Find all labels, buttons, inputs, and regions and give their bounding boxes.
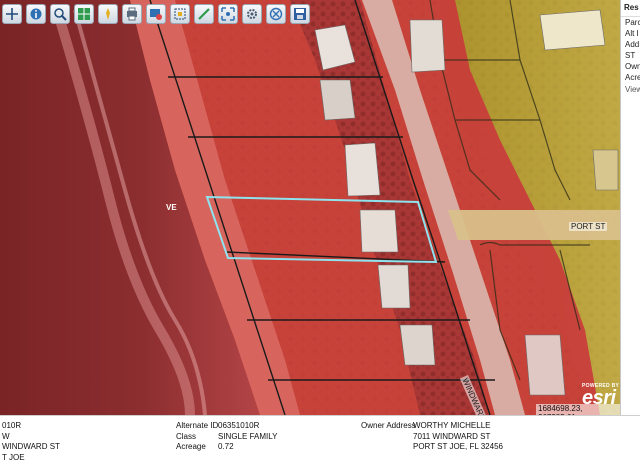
results-panel: Res Parc Alt I Add ST Own Acre View	[620, 0, 640, 415]
acreage-value: 0.72	[218, 442, 234, 453]
parcel-info-col2: Alternate ID06351010R ClassSINGLE FAMILY…	[176, 421, 277, 453]
save-icon	[293, 7, 307, 21]
identify-button[interactable]	[26, 4, 46, 24]
owner-spacer	[361, 432, 413, 443]
alt-id-value: 06351010R	[218, 421, 259, 432]
results-row: Add	[621, 39, 640, 50]
map-canvas[interactable]	[0, 0, 620, 415]
parcel-info-col1: 010R W WINDWARD ST T JOE	[2, 421, 60, 463]
map-toolbar	[0, 0, 310, 28]
layers-button[interactable]	[74, 4, 94, 24]
owner-address-line2: PORT ST JOE, FL 32456	[413, 442, 503, 453]
parcel-city-value: T JOE	[2, 453, 60, 463]
identify-icon	[29, 7, 43, 21]
pan-icon	[5, 7, 19, 21]
buffer-button[interactable]	[170, 4, 190, 24]
pan-button[interactable]	[2, 4, 22, 24]
settings-icon	[245, 7, 259, 21]
query-button[interactable]	[146, 4, 166, 24]
settings-button[interactable]	[242, 4, 262, 24]
zoom-in-button[interactable]	[50, 4, 70, 24]
class-label: Class	[176, 432, 218, 443]
full-extent-button[interactable]	[218, 4, 238, 24]
bookmark-button[interactable]	[98, 4, 118, 24]
bookmark-icon	[101, 7, 115, 21]
owner-address-label: Owner Address	[361, 421, 413, 432]
measure-button[interactable]	[194, 4, 214, 24]
owner-spacer	[361, 442, 413, 453]
save-button[interactable]	[290, 4, 310, 24]
alt-id-label: Alternate ID	[176, 421, 218, 432]
buffer-icon	[173, 7, 187, 21]
acreage-label: Acreage	[176, 442, 218, 453]
clear-icon	[269, 7, 283, 21]
zoom-in-icon	[53, 7, 67, 21]
results-row: Own	[621, 61, 640, 72]
parcel-info-panel: 010R W WINDWARD ST T JOE Alternate ID063…	[0, 415, 640, 461]
results-row: Acre	[621, 72, 640, 83]
parcel-street-value: WINDWARD ST	[2, 442, 60, 453]
print-button[interactable]	[122, 4, 142, 24]
query-icon	[149, 7, 163, 21]
results-row: ST	[621, 50, 640, 61]
map-view[interactable]: VE PORT ST WINDWARD ST POWERED BY esri 1…	[0, 0, 620, 415]
results-row: Parc	[621, 17, 640, 28]
flood-zone-label: VE	[166, 203, 177, 212]
layers-icon	[77, 7, 91, 21]
parcel-id-value: 010R	[2, 421, 60, 432]
owner-address-line1: 7011 WINDWARD ST	[413, 432, 490, 443]
parcel-info-col3: Owner AddressWORTHY MICHELLE 7011 WINDWA…	[361, 421, 503, 453]
parcel-field-value: W	[2, 432, 60, 443]
full-extent-icon	[221, 7, 235, 21]
measure-icon	[197, 7, 211, 21]
clear-button[interactable]	[266, 4, 286, 24]
class-value: SINGLE FAMILY	[218, 432, 277, 443]
port-st-label: PORT ST	[569, 222, 607, 231]
print-icon	[125, 7, 139, 21]
view-link[interactable]: View	[621, 83, 640, 94]
coordinate-readout: 1684698.23, 267285.61	[536, 404, 620, 415]
owner-name-value: WORTHY MICHELLE	[413, 421, 491, 432]
results-row: Alt I	[621, 28, 640, 39]
results-title: Res	[621, 0, 640, 17]
